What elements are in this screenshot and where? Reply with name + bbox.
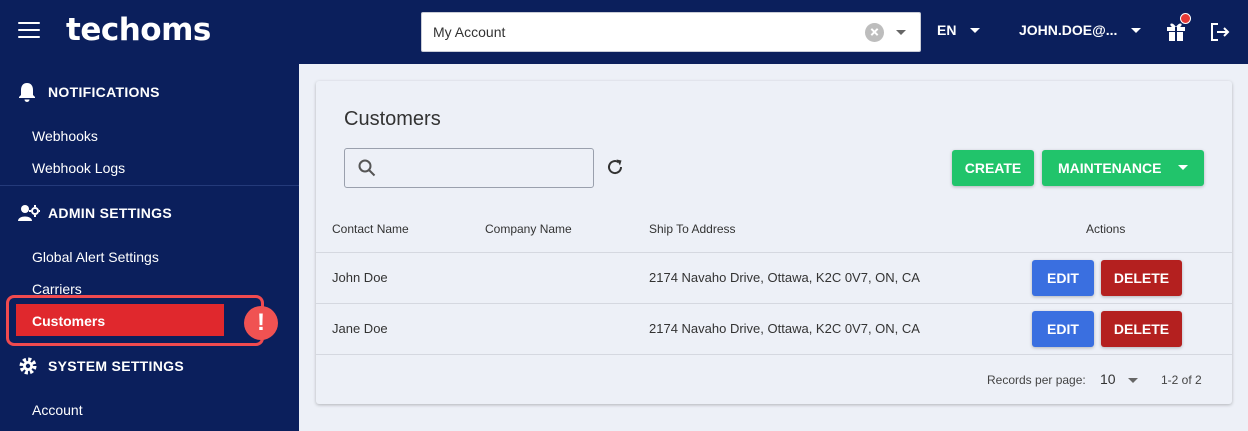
sidebar-section-label: NOTIFICATIONS <box>48 84 160 100</box>
cell-contact-name: John Doe <box>332 270 388 285</box>
alert-icon: ! <box>244 306 278 340</box>
column-header-actions: Actions <box>1086 222 1126 236</box>
bell-icon <box>19 83 35 102</box>
refresh-icon[interactable] <box>605 157 625 177</box>
sidebar-section-notifications[interactable]: NOTIFICATIONS <box>0 82 299 102</box>
table-divider <box>316 252 1232 253</box>
edit-button[interactable]: EDIT <box>1032 260 1094 296</box>
sidebar-item-global-alert-settings[interactable]: Global Alert Settings <box>32 249 159 265</box>
language-value: EN <box>937 22 957 38</box>
highlight-box <box>6 295 264 346</box>
search-input[interactable] <box>385 157 585 179</box>
account-select-value: My Account <box>433 24 506 40</box>
sidebar-item-webhooks[interactable]: Webhooks <box>32 128 98 144</box>
sidebar-section-label: ADMIN SETTINGS <box>48 205 172 221</box>
maintenance-button-label: MAINTENANCE <box>1058 160 1162 176</box>
maintenance-button[interactable]: MAINTENANCE <box>1042 150 1204 186</box>
pagination-range: 1-2 of 2 <box>1161 373 1202 387</box>
language-select[interactable]: EN <box>937 22 981 38</box>
chevron-down-icon[interactable] <box>1128 378 1138 383</box>
chevron-down-icon <box>1178 165 1188 170</box>
search-icon <box>358 159 376 177</box>
sidebar: NOTIFICATIONS Webhooks Webhook Logs ADMI… <box>0 64 299 431</box>
delete-button[interactable]: DELETE <box>1101 311 1182 347</box>
chevron-down-icon <box>1131 27 1142 33</box>
customers-card: Customers CREATE MAINTENANCE Contact Nam… <box>316 81 1232 404</box>
user-menu[interactable]: JOHN.DOE@... <box>1019 22 1142 38</box>
delete-button[interactable]: DELETE <box>1101 260 1182 296</box>
records-per-page-label: Records per page: <box>987 373 1086 387</box>
column-header-contact-name[interactable]: Contact Name <box>332 222 409 236</box>
sidebar-divider <box>0 185 299 186</box>
sidebar-item-webhook-logs[interactable]: Webhook Logs <box>32 160 125 176</box>
logout-icon[interactable] <box>1208 20 1232 44</box>
admin-settings-icon <box>18 205 40 221</box>
column-header-company-name[interactable]: Company Name <box>485 222 572 236</box>
column-header-ship-to-address[interactable]: Ship To Address <box>649 222 736 236</box>
page-title: Customers <box>344 108 441 130</box>
notification-dot <box>1180 13 1191 24</box>
account-select[interactable]: My Account <box>421 12 921 52</box>
top-bar: techoms My Account EN JOHN.DOE@... <box>0 0 1248 64</box>
menu-icon[interactable] <box>18 22 40 40</box>
create-button[interactable]: CREATE <box>952 150 1034 186</box>
cell-ship-to-address: 2174 Navaho Drive, Ottawa, K2C 0V7, ON, … <box>649 270 920 285</box>
gear-icon <box>19 357 37 375</box>
search-field[interactable] <box>344 148 594 188</box>
user-name: JOHN.DOE@... <box>1019 22 1118 38</box>
sidebar-section-system-settings[interactable]: SYSTEM SETTINGS <box>0 356 299 376</box>
chevron-down-icon <box>970 27 981 33</box>
table-divider <box>316 303 1232 304</box>
clear-icon[interactable] <box>865 22 884 42</box>
app-logo[interactable]: techoms <box>66 12 211 48</box>
cell-ship-to-address: 2174 Navaho Drive, Ottawa, K2C 0V7, ON, … <box>649 321 920 336</box>
sidebar-section-label: SYSTEM SETTINGS <box>48 358 184 374</box>
sidebar-item-account[interactable]: Account <box>32 402 83 418</box>
chevron-down-icon[interactable] <box>896 29 906 35</box>
edit-button[interactable]: EDIT <box>1032 311 1094 347</box>
sidebar-section-admin-settings[interactable]: ADMIN SETTINGS <box>0 203 299 223</box>
table-divider <box>316 354 1232 355</box>
cell-contact-name: Jane Doe <box>332 321 388 336</box>
records-per-page-select[interactable]: 10 <box>1100 371 1116 387</box>
